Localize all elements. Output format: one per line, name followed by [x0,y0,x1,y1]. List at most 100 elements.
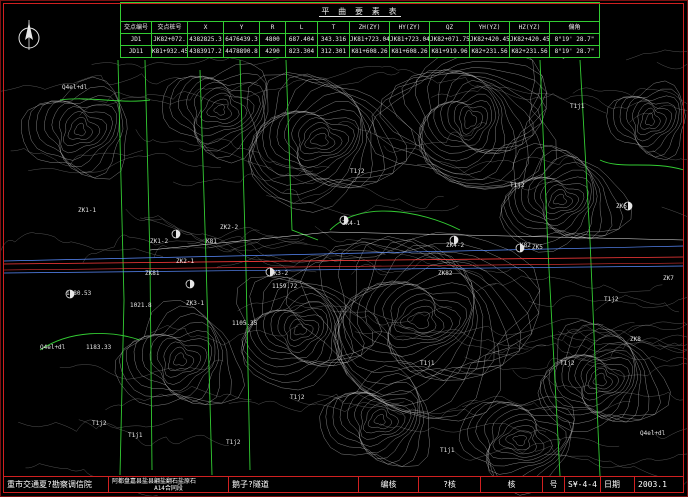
curve-table-cell: HZ(YZ) [509,22,549,33]
alignment-line [3,265,685,274]
contour-line [464,110,478,129]
geology-boundary [59,98,151,102]
geology-boundary [539,59,561,477]
contour-line [476,85,651,110]
curve-table-header: 交点编号 交点桩号 X Y R L T ZH(ZY) HY(ZY) QZ YH(YZ) HZ(YZ) 偏… [121,21,599,33]
borehole-symbol-icon [449,235,459,245]
curve-table-cell: JK81+723.04 [389,34,429,45]
date-value: 2003.1 [634,477,684,493]
alignment-line [3,262,685,271]
curve-table-cell: 交点桩号 [151,22,187,33]
geology-boundary [199,69,213,476]
role-2: ?核 [418,477,480,493]
curve-table-cell: 8°19' 28.7" [549,46,599,57]
borehole-symbol-icon [185,279,195,289]
contour-line [213,104,225,116]
curve-table-cell: JK82+072. [151,34,187,45]
curve-table-cell: JK82+420.45 [509,34,549,45]
contour-line [453,103,488,141]
curve-table-cell: 823.304 [285,46,317,57]
contour-line [354,395,412,447]
contour-line [78,91,228,105]
geology-boundary [117,59,125,476]
contour-line [548,188,573,209]
role-1: 编核 [358,477,418,493]
contour-line [587,367,613,390]
contour-line [73,122,86,137]
curve-table-cell: K81+919.96 [429,46,469,57]
curve-table-cell: JK81+723.04 [349,34,389,45]
contour-line [59,359,224,380]
alignment-line [3,256,685,265]
contour-line [572,87,688,105]
contour-line [125,208,300,241]
borehole-symbol-icon [171,229,181,239]
contour-line [414,318,604,336]
tunnel-alignment [3,231,685,274]
curve-table-cell: 偏角 [549,22,599,33]
contour-line [540,180,585,221]
contour-line [310,132,329,147]
contour-line [169,72,268,159]
borehole-symbol-icon [339,215,349,225]
contour-line [357,272,475,378]
contour-line [464,322,635,362]
contour-line [185,78,261,145]
contour-line [613,88,683,158]
curve-table-cell: 8°19' 28.7" [549,34,599,45]
contour-line [304,127,336,151]
contour-line [118,305,232,406]
contour-line [407,311,430,329]
curve-table-cell: HY(ZY) [389,22,429,33]
curve-table-cell: JK82+420.45 [469,34,509,45]
role-3: 核 [480,477,542,493]
curve-table-cell: 交点编号 [123,24,148,31]
curve-table-cell: JK82+071.75 [429,34,469,45]
curve-table-row: JD11 K81+932.45 4383917.2 4478890.8 4290 823.… [121,45,599,57]
north-arrow-icon [16,18,42,58]
curve-table-cell: 4800 [259,34,285,45]
geology-boundary [579,59,601,477]
contour-line [419,70,526,162]
contour-line [503,150,613,239]
contour-line [79,81,259,116]
curve-table-cell: JD11 [128,48,144,55]
contour-line [63,111,101,146]
contour-line [156,337,208,385]
contour-line [105,386,252,411]
contour-line [262,300,332,364]
institute-name: 重市交通夏?勘察调信院 [7,480,92,489]
curve-table-cell: K81+932.45 [151,46,187,57]
borehole-symbol-icon [65,289,75,299]
borehole-symbol-icon [623,201,633,211]
contour-line [661,206,688,218]
drawing-number: S¥-4-4 [564,477,600,493]
curve-table-title: 平 曲 要 素 表 [319,7,401,17]
project-name: 阿都盘嘉县盐县翩盐翻石盐原石 A14合同段 [108,477,228,493]
contour-line [224,71,400,98]
contour-line [163,341,201,378]
contour-line [1,73,182,92]
contour-line [256,84,373,188]
contour-line [168,346,195,371]
contour-line [373,414,386,426]
curve-table-cell: 343.316 [317,34,349,45]
curve-table-cell: 6476439.3 [223,34,259,45]
contour-line [255,293,336,366]
contour-line [400,305,437,334]
curve-table-cell: X [187,22,223,33]
curve-table-cell: YH(YZ) [469,22,509,33]
curve-table-cell: 4383917.2 [187,46,223,57]
contour-line [640,107,661,130]
title-block: 重市交通夏?勘察调信院 阿都盘嘉县盐县翩盐翻石盐原石 A14合同段 鹅子?隧道 … [4,476,684,493]
contour-line [422,75,516,154]
contour-line [173,352,187,366]
contour-line [206,98,232,121]
contour-line [291,113,355,168]
contour-line [587,362,688,377]
contour-line [248,72,407,205]
contour-line [282,188,459,216]
contour-line [580,359,625,401]
contour-line [133,321,219,403]
contour-line [512,369,684,401]
